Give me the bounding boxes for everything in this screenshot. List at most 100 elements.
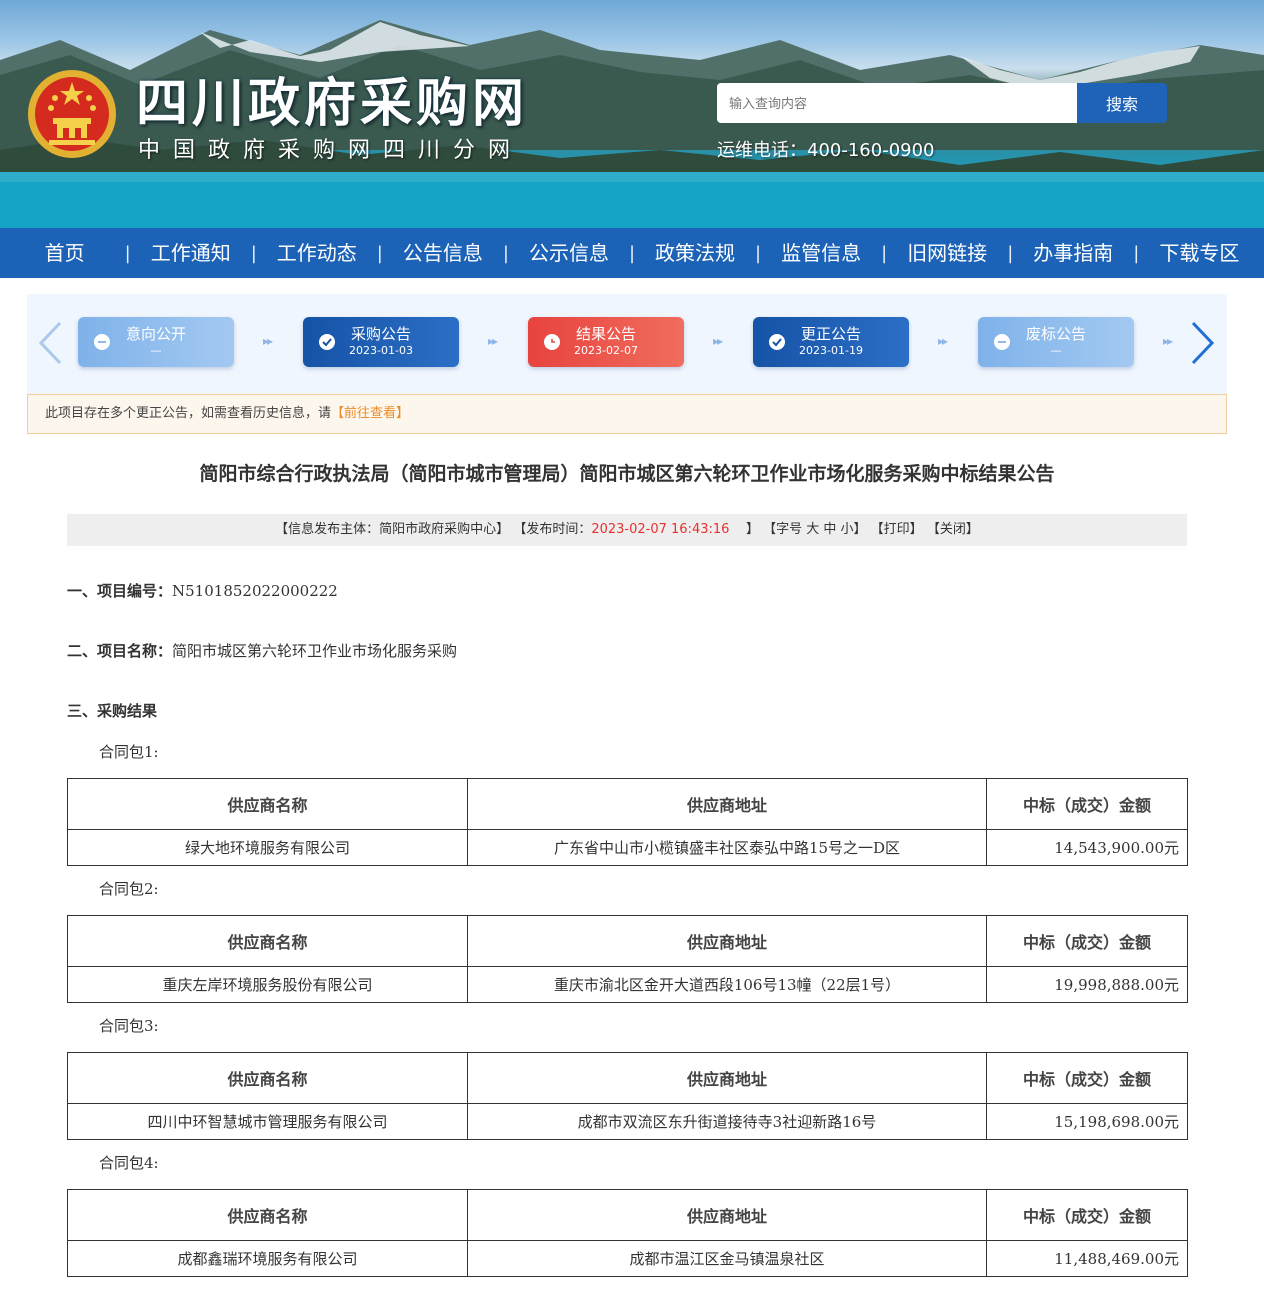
column-header: 供应商名称 <box>67 1052 468 1104</box>
meta-publish-time: 2023-02-07 16:43:16 <box>591 522 730 537</box>
nav-item-home[interactable]: 首页 <box>5 228 125 278</box>
meta-time-end: 】 <box>745 522 759 537</box>
result-table: 供应商名称 供应商地址 中标（成交）金额 成都鑫瑞环境服务有限公司 成都市温江区… <box>67 1189 1188 1277</box>
column-header: 供应商地址 <box>467 1052 987 1104</box>
supplier-address: 成都市温江区金马镇温泉社区 <box>467 1240 987 1277</box>
nav-separator: | <box>376 242 383 264</box>
double-chevron-icon: ▸▸ <box>263 334 273 348</box>
section-label: 三、采购结果 <box>67 702 158 720</box>
step-date: 2023-01-03 <box>349 344 413 357</box>
section-label: 一、项目编号： <box>67 582 173 600</box>
award-amount: 11,488,469.00元 <box>986 1240 1188 1277</box>
column-header: 供应商名称 <box>67 915 468 967</box>
nav-item-policy[interactable]: 政策法规 <box>635 228 755 278</box>
main-nav: 首页 | 工作通知 | 工作动态 | 公告信息 | 公示信息 | 政策法规 | … <box>0 228 1264 278</box>
supplier-name: 四川中环智慧城市管理服务有限公司 <box>67 1103 468 1140</box>
award-amount: 14,543,900.00元 <box>986 829 1188 866</box>
nav-item-guide[interactable]: 办事指南 <box>1013 228 1133 278</box>
table-header-row: 供应商名称 供应商地址 中标（成交）金额 <box>67 778 1188 830</box>
table-row: 四川中环智慧城市管理服务有限公司 成都市双流区东升街道接待寺3社迎新路16号 1… <box>67 1103 1188 1140</box>
table-row: 成都鑫瑞环境服务有限公司 成都市温江区金马镇温泉社区 11,488,469.00… <box>67 1240 1188 1277</box>
result-table: 供应商名称 供应商地址 中标（成交）金额 重庆左岸环境服务股份有限公司 重庆市渝… <box>67 915 1188 1003</box>
double-chevron-icon: ▸▸ <box>1163 334 1173 348</box>
nav-item-work-notice[interactable]: 工作通知 <box>131 228 251 278</box>
table-row: 绿大地环境服务有限公司 广东省中山市小榄镇盛丰社区泰弘中路15号之一D区 14,… <box>67 829 1188 866</box>
correction-notice-bar: 此项目存在多个更正公告，如需查看历史信息，请【前往查看】 <box>27 394 1227 434</box>
step-cancellation-notice[interactable]: 废标公告 — <box>978 317 1134 367</box>
view-history-link[interactable]: 【前往查看】 <box>331 406 409 421</box>
step-intent-disclosure[interactable]: 意向公开 — <box>78 317 234 367</box>
double-chevron-icon: ▸▸ <box>488 334 498 348</box>
table-header-row: 供应商名称 供应商地址 中标（成交）金额 <box>67 915 1188 967</box>
step-label: 意向公开 <box>125 325 186 343</box>
section-project-name: 二、项目名称：简阳市城区第六轮环卫作业市场化服务采购 <box>67 640 457 662</box>
table-header-row: 供应商名称 供应商地址 中标（成交）金额 <box>67 1052 1188 1104</box>
package-label: 合同包2: <box>99 880 159 898</box>
column-header: 中标（成交）金额 <box>986 778 1188 830</box>
supplier-name: 绿大地环境服务有限公司 <box>67 829 468 866</box>
result-table: 供应商名称 供应商地址 中标（成交）金额 绿大地环境服务有限公司 广东省中山市小… <box>67 778 1188 866</box>
search-input[interactable] <box>717 83 1077 123</box>
package-label: 合同包1: <box>99 743 159 761</box>
step-date: — <box>150 344 162 357</box>
font-size-control[interactable]: 【字号 大 中 小】 <box>763 522 866 537</box>
step-label: 废标公告 <box>1025 325 1086 343</box>
step-date: — <box>1050 344 1062 357</box>
nav-separator: | <box>502 242 509 264</box>
project-name: 简阳市城区第六轮环卫作业市场化服务采购 <box>172 642 458 660</box>
nav-separator: | <box>1133 242 1140 264</box>
nav-item-work-news[interactable]: 工作动态 <box>257 228 377 278</box>
close-link[interactable]: 【关闭】 <box>927 522 979 537</box>
step-label: 采购公告 <box>350 325 411 343</box>
step-date: 2023-02-07 <box>574 344 638 357</box>
hotline-text: 运维电话：400-160-0900 <box>717 140 935 161</box>
nav-separator: | <box>881 242 888 264</box>
column-header: 中标（成交）金额 <box>986 1189 1188 1241</box>
double-chevron-icon: ▸▸ <box>713 334 723 348</box>
nav-separator: | <box>124 242 131 264</box>
article-title: 简阳市综合行政执法局（简阳市城市管理局）简阳市城区第六轮环卫作业市场化服务采购中… <box>199 463 1055 485</box>
double-chevron-icon: ▸▸ <box>938 334 948 348</box>
site-subtitle: 中国政府采购网四川分网 <box>138 138 524 163</box>
supplier-name: 重庆左岸环境服务股份有限公司 <box>67 966 468 1003</box>
check-icon <box>769 334 785 350</box>
award-amount: 19,998,888.00元 <box>986 966 1188 1003</box>
supplier-address: 成都市双流区东升街道接待寺3社迎新路16号 <box>467 1103 987 1140</box>
column-header: 供应商名称 <box>67 1189 468 1241</box>
section-label: 二、项目名称： <box>67 642 173 660</box>
nav-item-supervision[interactable]: 监管信息 <box>761 228 881 278</box>
nav-item-announcements[interactable]: 公告信息 <box>383 228 503 278</box>
award-amount: 15,198,698.00元 <box>986 1103 1188 1140</box>
nav-separator: | <box>755 242 762 264</box>
table-header-row: 供应商名称 供应商地址 中标（成交）金额 <box>67 1189 1188 1241</box>
chevron-right-icon[interactable] <box>1186 318 1220 368</box>
step-label: 结果公告 <box>575 325 636 343</box>
header-banner: 四川政府采购网 中国政府采购网四川分网 搜索 运维电话：400-160-0900 <box>0 0 1264 228</box>
section-project-number: 一、项目编号：N5101852022000222 <box>67 580 338 602</box>
nav-separator: | <box>1007 242 1014 264</box>
print-link[interactable]: 【打印】 <box>871 522 923 537</box>
table-row: 重庆左岸环境服务股份有限公司 重庆市渝北区金开大道西段106号13幢（22层1号… <box>67 966 1188 1003</box>
step-result-notice[interactable]: 结果公告 2023-02-07 <box>528 317 684 367</box>
nav-separator: | <box>250 242 257 264</box>
column-header: 中标（成交）金额 <box>986 915 1188 967</box>
package-label: 合同包3: <box>99 1017 159 1035</box>
nav-item-publicity[interactable]: 公示信息 <box>509 228 629 278</box>
article-meta: 【信息发布主体：简阳市政府采购中心】 【发布时间：2023-02-07 16:4… <box>67 514 1187 546</box>
chevron-left-icon[interactable] <box>33 318 67 368</box>
clock-icon <box>544 334 560 350</box>
check-icon <box>319 334 335 350</box>
column-header: 供应商地址 <box>467 1189 987 1241</box>
announcement-progress: 意向公开 — ▸▸ 采购公告 2023-01-03 ▸▸ 结果公告 2023-02-0… <box>27 294 1227 394</box>
supplier-address: 广东省中山市小榄镇盛丰社区泰弘中路15号之一D区 <box>467 829 987 866</box>
notice-text: 此项目存在多个更正公告，如需查看历史信息，请 <box>45 406 332 421</box>
step-correction-notice[interactable]: 更正公告 2023-01-19 <box>753 317 909 367</box>
step-procurement-notice[interactable]: 采购公告 2023-01-03 <box>303 317 459 367</box>
national-emblem-icon <box>28 70 116 158</box>
column-header: 中标（成交）金额 <box>986 1052 1188 1104</box>
nav-item-old-site[interactable]: 旧网链接 <box>887 228 1007 278</box>
minus-icon <box>94 334 110 350</box>
column-header: 供应商名称 <box>67 778 468 830</box>
nav-item-downloads[interactable]: 下载专区 <box>1139 228 1259 278</box>
search-button[interactable]: 搜索 <box>1077 83 1167 123</box>
